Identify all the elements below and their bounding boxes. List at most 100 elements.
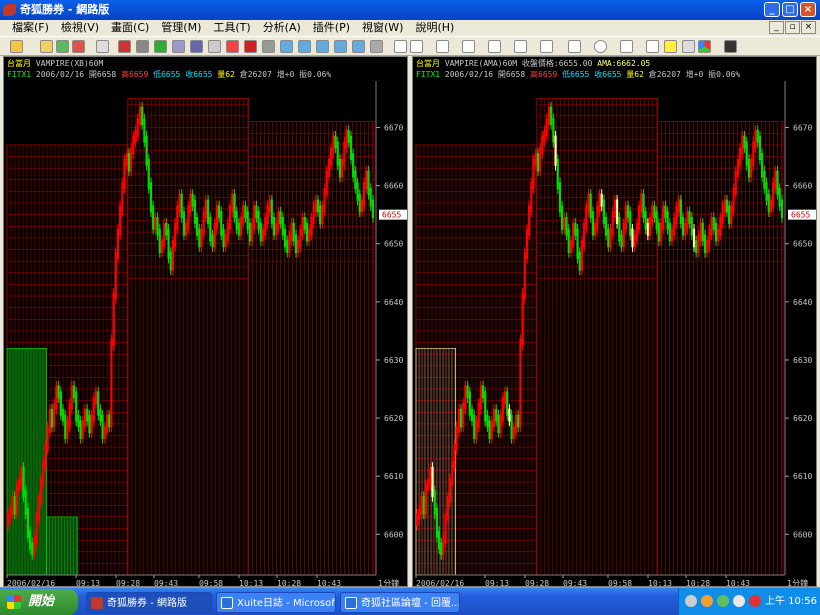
chart-left-svg[interactable]: 6600 6610 6620 6630 6640 6650 6660 6670 6655 2006…	[4, 57, 408, 587]
candle	[750, 158, 753, 178]
candle	[422, 495, 425, 515]
save-icon[interactable]	[724, 40, 737, 53]
candle	[116, 228, 120, 259]
candle	[185, 222, 188, 236]
list-icon[interactable]	[172, 40, 185, 53]
start-button[interactable]: 開始	[0, 589, 78, 615]
tape-icon[interactable]	[136, 40, 149, 53]
vertical-lines-icon[interactable]	[462, 40, 475, 53]
line-draw-icon[interactable]	[410, 40, 423, 53]
candle	[503, 391, 507, 405]
toolbar	[0, 36, 820, 56]
bell-icon[interactable]	[244, 40, 257, 53]
remove-icon[interactable]	[72, 40, 85, 53]
candle	[521, 292, 524, 347]
pointer-icon[interactable]	[394, 40, 407, 53]
eraser-icon[interactable]	[664, 40, 677, 53]
add-icon[interactable]	[56, 40, 69, 53]
task-forum[interactable]: 奇狐社區論壇 - 回覆...	[340, 592, 460, 613]
tray-network-icon[interactable]	[685, 595, 697, 607]
chart-panel-right[interactable]: 6600 6610 6620 6630 6640 6650 6660 6670 6655 2006…	[412, 56, 817, 587]
candle	[204, 199, 207, 219]
task-qihu[interactable]: 奇狐勝券 - 網路版	[86, 592, 212, 613]
tray-volume-icon[interactable]	[733, 595, 745, 607]
alert-icon[interactable]	[226, 40, 239, 53]
layout-2-icon[interactable]	[298, 40, 311, 53]
mdi-minimize-button[interactable]: _	[769, 21, 784, 34]
text-icon[interactable]	[620, 40, 633, 53]
open-folder-icon[interactable]	[10, 40, 23, 53]
candle	[466, 385, 469, 399]
menu-plugins[interactable]: 插件(P)	[313, 20, 350, 36]
tool-icon[interactable]	[262, 40, 275, 53]
candle	[211, 234, 214, 248]
close-button[interactable]: ×	[800, 2, 816, 17]
candle	[585, 205, 588, 230]
candle	[193, 199, 196, 224]
menu-analysis[interactable]: 分析(A)	[263, 20, 301, 36]
menu-screen[interactable]: 畫面(C)	[111, 20, 149, 36]
menu-manage[interactable]: 管理(M)	[161, 20, 201, 36]
timeframe-label: 1分鐘	[378, 578, 399, 587]
chart-panel-left[interactable]: 6600 6610 6620 6630 6640 6650 6660 6670 6655 2006…	[3, 56, 408, 587]
candle	[732, 187, 735, 213]
x-tick-label: 10:13	[648, 579, 672, 587]
candle	[442, 536, 445, 556]
mdi-restore-button[interactable]: ▫	[785, 21, 800, 34]
bars-icon[interactable]	[154, 40, 167, 53]
candle	[70, 385, 73, 410]
candle	[57, 385, 60, 399]
chart-window-icon[interactable]	[370, 40, 383, 53]
layout-1-icon[interactable]	[280, 40, 293, 53]
book-icon[interactable]	[190, 40, 203, 53]
chart-right-svg[interactable]: 6600 6610 6620 6630 6640 6650 6660 6670 6655 2006…	[413, 57, 817, 587]
candle	[169, 251, 172, 271]
candle	[473, 414, 476, 440]
chart-type-icon[interactable]	[96, 40, 109, 53]
minimize-button[interactable]: _	[764, 2, 780, 17]
menu-window[interactable]: 視窗(W)	[362, 20, 403, 36]
candle	[420, 495, 423, 515]
menu-view[interactable]: 檢視(V)	[61, 20, 99, 36]
menu-tools[interactable]: 工具(T)	[213, 20, 250, 36]
candle	[745, 141, 748, 166]
task-xuite[interactable]: Xuite日誌 - Microsoft ...	[216, 592, 336, 613]
candle	[314, 199, 317, 213]
fan-lines-icon[interactable]	[488, 40, 501, 53]
maximize-button[interactable]: □	[782, 2, 798, 17]
candle	[578, 251, 581, 271]
delete-drawing-icon[interactable]	[682, 40, 695, 53]
candle	[739, 147, 742, 166]
candle	[198, 228, 201, 248]
layout-5-icon[interactable]	[352, 40, 365, 53]
menu-file[interactable]: 檔案(F)	[12, 20, 49, 36]
rectangle-icon[interactable]	[568, 40, 581, 53]
candle	[519, 339, 522, 428]
candle	[244, 205, 247, 219]
candle	[297, 240, 300, 254]
zoom-in-icon[interactable]	[40, 40, 53, 53]
layout-4-icon[interactable]	[334, 40, 347, 53]
mdi-close-button[interactable]: ×	[801, 21, 816, 34]
candle	[440, 542, 443, 556]
color-palette-icon[interactable]	[698, 40, 711, 53]
x-tick-label: 10:43	[317, 579, 341, 587]
ellipse-icon[interactable]	[594, 40, 607, 53]
candle	[635, 222, 638, 242]
news-icon[interactable]	[208, 40, 221, 53]
channel-icon[interactable]	[540, 40, 553, 53]
menu-help[interactable]: 說明(H)	[415, 20, 454, 36]
candle	[470, 408, 474, 422]
layout-3-icon[interactable]	[316, 40, 329, 53]
candle	[99, 408, 102, 422]
candle	[213, 222, 216, 248]
tray-alert-icon[interactable]	[749, 595, 761, 607]
tray-update-icon[interactable]	[717, 595, 729, 607]
tray-security-icon[interactable]	[701, 595, 713, 607]
fibonacci-icon[interactable]	[514, 40, 527, 53]
candle	[105, 414, 109, 434]
record-icon[interactable]	[118, 40, 131, 53]
horizontal-line-icon[interactable]	[436, 40, 449, 53]
candle	[646, 222, 649, 236]
copy-icon[interactable]	[646, 40, 659, 53]
